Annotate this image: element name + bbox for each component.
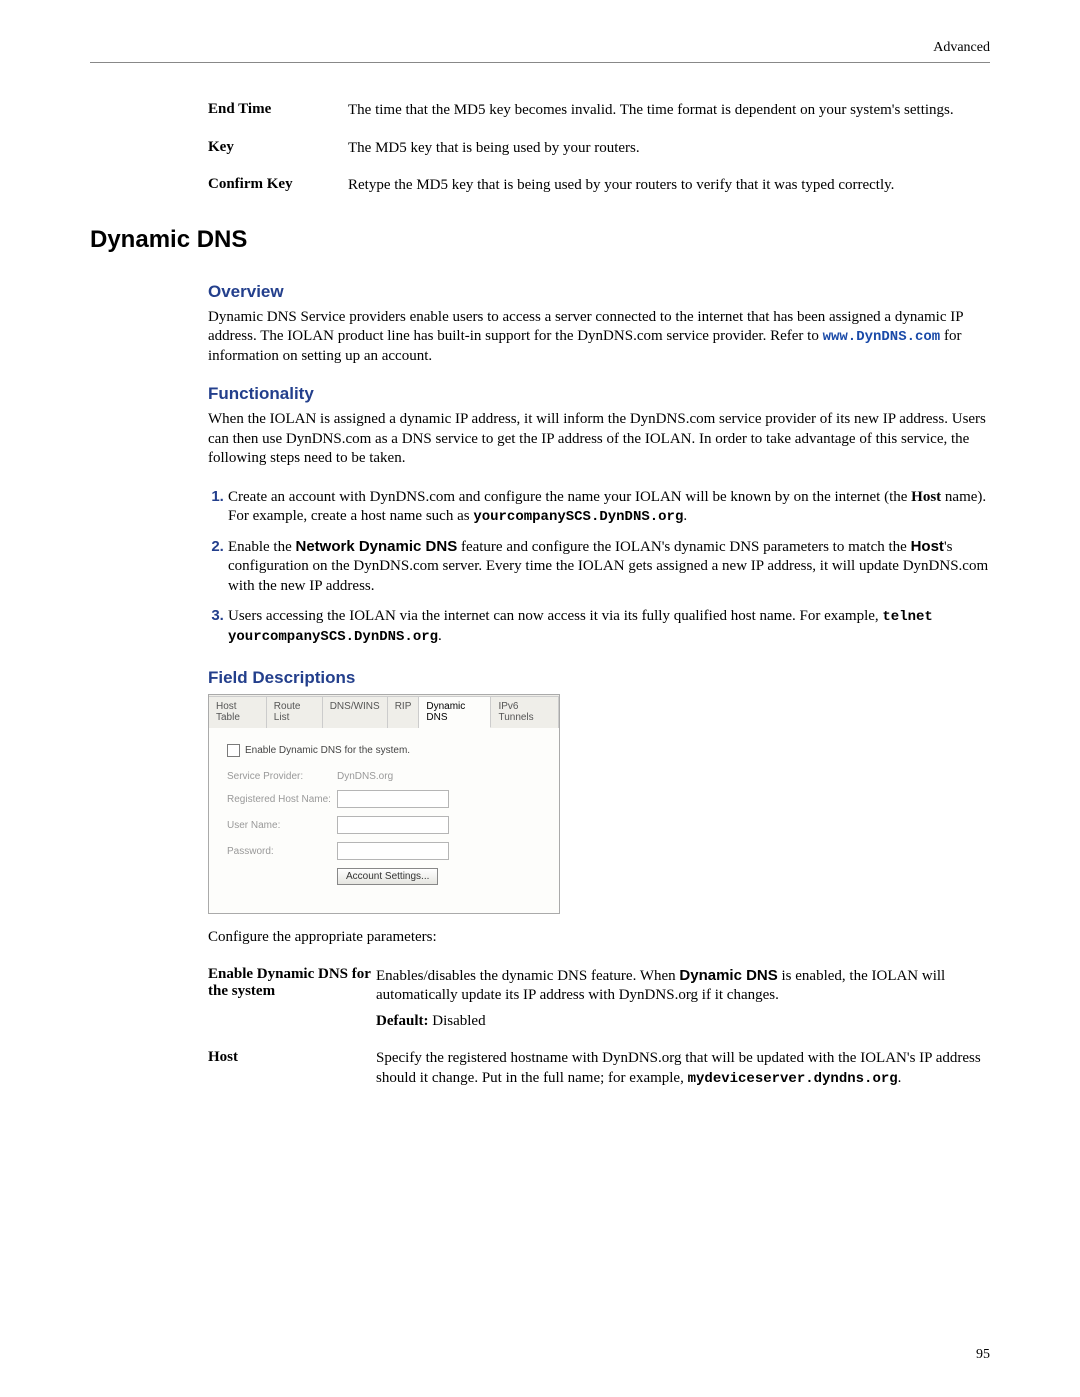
- field-row-enable-ddns: Enable Dynamic DNS for the system Enable…: [208, 966, 990, 1032]
- md5-field-table: End Time The time that the MD5 key becom…: [208, 101, 990, 196]
- user-name-input[interactable]: [337, 816, 449, 834]
- field-desc: Retype the MD5 key that is being used by…: [348, 176, 990, 196]
- bold-text: Host: [911, 538, 944, 555]
- service-provider-label: Service Provider:: [227, 771, 337, 782]
- bold-text: Network Dynamic DNS: [295, 538, 457, 555]
- registered-host-input[interactable]: [337, 790, 449, 808]
- field-label: Confirm Key: [208, 176, 348, 193]
- tab-host-table[interactable]: Host Table: [209, 696, 267, 728]
- subheading-overview: Overview: [208, 282, 990, 302]
- field-label: End Time: [208, 101, 348, 118]
- text: Enable the: [228, 539, 295, 555]
- field-row-end-time: End Time The time that the MD5 key becom…: [208, 101, 990, 121]
- text: Create an account with DynDNS.com and co…: [228, 489, 911, 505]
- field-desc: Specify the registered hostname with Dyn…: [376, 1049, 990, 1088]
- field-label: Enable Dynamic DNS for the system: [208, 966, 376, 1000]
- code-text: yourcompanySCS.DynDNS.org: [473, 509, 683, 525]
- text: Enables/disables the dynamic DNS feature…: [376, 968, 679, 984]
- tab-bar: Host Table Route List DNS/WINS RIP Dynam…: [209, 695, 559, 728]
- text: .: [683, 508, 687, 524]
- enable-ddns-label: Enable Dynamic DNS for the system.: [245, 745, 410, 756]
- tab-route-list[interactable]: Route List: [267, 696, 323, 728]
- field-row-key: Key The MD5 key that is being used by yo…: [208, 139, 990, 159]
- subheading-functionality: Functionality: [208, 384, 990, 404]
- dyndns-link[interactable]: www.DynDNS.com: [823, 329, 941, 345]
- tab-dynamic-dns[interactable]: Dynamic DNS: [419, 696, 491, 728]
- field-row-confirm-key: Confirm Key Retype the MD5 key that is b…: [208, 176, 990, 196]
- page-number: 95: [976, 1347, 990, 1363]
- text: Users accessing the IOLAN via the intern…: [228, 608, 882, 624]
- configure-params-line: Configure the appropriate parameters:: [208, 928, 990, 948]
- field-label: Host: [208, 1049, 376, 1066]
- header-section-label: Advanced: [90, 40, 990, 62]
- default-value: Disabled: [429, 1013, 486, 1029]
- bold-text: Dynamic DNS: [679, 967, 777, 984]
- account-settings-button[interactable]: Account Settings...: [337, 868, 438, 885]
- field-desc: The time that the MD5 key becomes invali…: [348, 101, 990, 121]
- field-desc: Enables/disables the dynamic DNS feature…: [376, 966, 990, 1032]
- section-title-dynamic-dns: Dynamic DNS: [90, 226, 990, 254]
- step-1: Create an account with DynDNS.com and co…: [228, 487, 990, 527]
- bold-text: Host: [911, 489, 941, 505]
- tab-ipv6-tunnels[interactable]: IPv6 Tunnels: [491, 696, 559, 728]
- password-label: Password:: [227, 846, 337, 857]
- user-name-label: User Name:: [227, 820, 337, 831]
- subheading-field-descriptions: Field Descriptions: [208, 668, 990, 688]
- header-rule: [90, 62, 990, 63]
- overview-paragraph: Dynamic DNS Service providers enable use…: [208, 308, 990, 367]
- step-2: Enable the Network Dynamic DNS feature a…: [228, 537, 990, 597]
- text: feature and configure the IOLAN's dynami…: [457, 539, 910, 555]
- password-input[interactable]: [337, 842, 449, 860]
- functionality-steps: Create an account with DynDNS.com and co…: [208, 487, 990, 647]
- service-provider-value: DynDNS.org: [337, 771, 393, 782]
- default-label: Default:: [376, 1013, 429, 1029]
- enable-ddns-checkbox[interactable]: [227, 744, 240, 757]
- text: .: [438, 628, 442, 644]
- tab-rip[interactable]: RIP: [388, 696, 420, 728]
- field-row-host: Host Specify the registered hostname wit…: [208, 1049, 990, 1088]
- ddns-field-table: Enable Dynamic DNS for the system Enable…: [208, 966, 990, 1089]
- field-desc: The MD5 key that is being used by your r…: [348, 139, 990, 159]
- registered-host-label: Registered Host Name:: [227, 794, 337, 805]
- tab-dns-wins[interactable]: DNS/WINS: [323, 696, 388, 728]
- field-label: Key: [208, 139, 348, 156]
- text: .: [898, 1070, 902, 1086]
- step-3: Users accessing the IOLAN via the intern…: [228, 606, 990, 646]
- code-text: mydeviceserver.dyndns.org: [688, 1071, 898, 1087]
- functionality-intro: When the IOLAN is assigned a dynamic IP …: [208, 410, 990, 469]
- dynamic-dns-dialog: Host Table Route List DNS/WINS RIP Dynam…: [208, 694, 560, 914]
- tab-panel: Enable Dynamic DNS for the system. Servi…: [209, 728, 559, 913]
